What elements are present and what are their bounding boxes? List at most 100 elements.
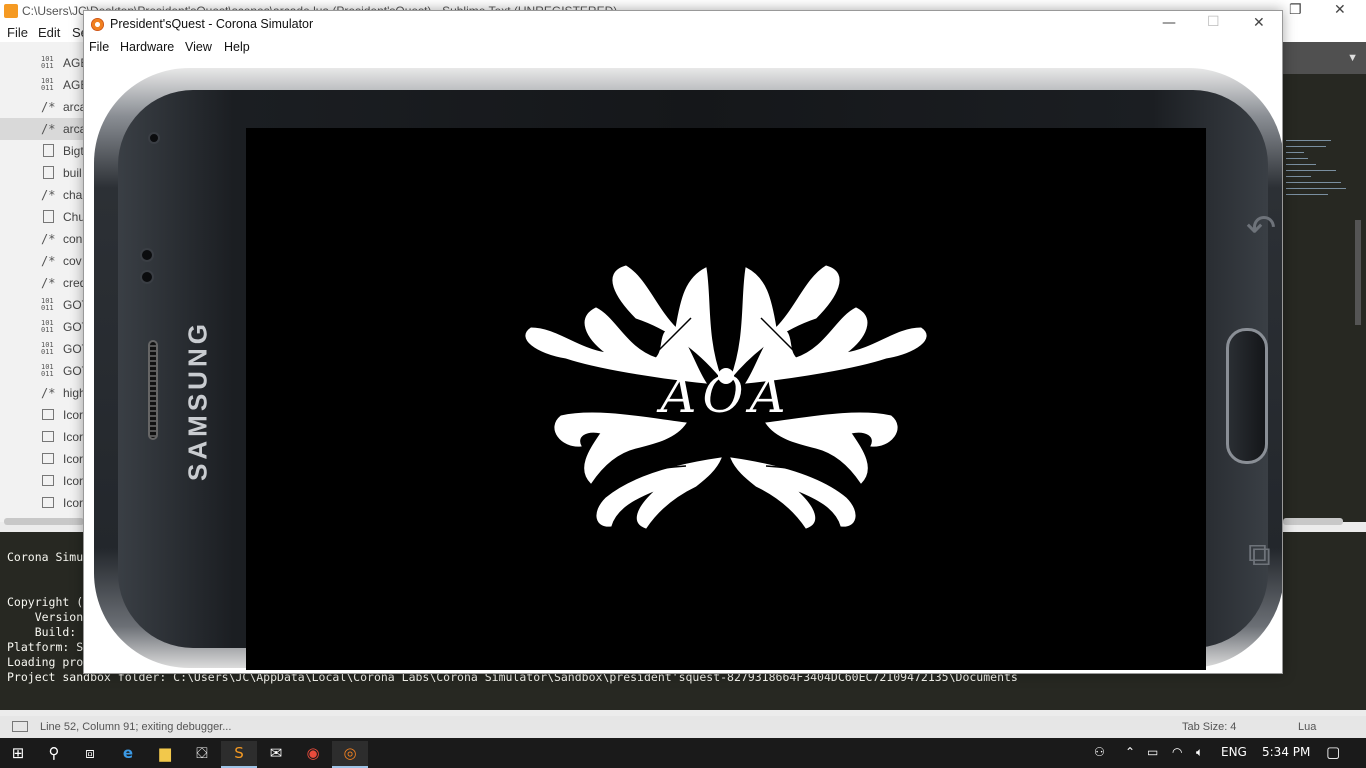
sidebar-item-label: Icor (63, 474, 84, 488)
menu-view[interactable]: View (185, 40, 212, 54)
comment-file-icon: /* (41, 276, 56, 290)
sidebar-item-label: arca (63, 100, 84, 114)
tab-dropdown-icon[interactable]: ▼ (1347, 52, 1358, 64)
sidebar-item[interactable]: 101 011 GOT (0, 294, 84, 316)
menu-help[interactable]: Help (224, 40, 250, 54)
comment-file-icon: /* (41, 188, 56, 202)
editor-scrollbar[interactable] (1355, 220, 1361, 325)
sidebar-item[interactable]: /* arca (0, 96, 84, 118)
binary-file-icon: 101 011 (41, 341, 54, 356)
sidebar-item[interactable]: /* con (0, 228, 84, 250)
corona-taskbar-icon[interactable]: ◎ (332, 741, 368, 768)
sidebar-item-label: GOT (63, 298, 84, 312)
comment-file-icon: /* (41, 232, 56, 246)
console-line: Platform: SM (7, 640, 91, 654)
file-explorer-icon[interactable]: ▆ (147, 741, 183, 768)
image-file-icon (42, 497, 54, 508)
store-icon[interactable]: ⛋ (184, 741, 220, 768)
wifi-icon[interactable]: ◠ (1172, 745, 1182, 759)
brand-logo: SAMSUNG (168, 300, 228, 500)
sidebar-item[interactable]: Chu (0, 206, 84, 228)
sidebar-item-label: high (63, 386, 84, 400)
status-message: Line 52, Column 91; exiting debugger... (40, 721, 232, 733)
editor-hscrollbar[interactable] (1283, 518, 1343, 525)
sidebar-item[interactable]: Bigt (0, 140, 84, 162)
sublime-close-icon[interactable]: ✕ (1334, 2, 1346, 18)
sublime-app-icon (4, 4, 18, 18)
sidebar-item-label: AGE (63, 78, 84, 92)
sidebar-item[interactable]: Icor (0, 492, 84, 514)
sidebar-scrollbar[interactable] (4, 518, 84, 525)
action-center-icon[interactable]: ▢ (1326, 743, 1340, 761)
battery-icon[interactable]: ▭ (1147, 745, 1158, 759)
corona-titlebar[interactable]: President'sQuest - Corona Simulator — ☐ … (84, 11, 1282, 37)
windows-taskbar: ⊞ ⚲ ⧈ e ▆ ⛋ S ✉ ◉ ◎ ⚇ ⌃ ▭ ◠ 🔈︎ ENG 5:34 … (0, 738, 1366, 768)
console-line: Corona Simul (7, 550, 91, 564)
syntax-indicator[interactable]: Lua (1298, 721, 1316, 733)
sidebar-item-label: AGE (63, 56, 84, 70)
sidebar-item[interactable]: 101 011 GOT (0, 338, 84, 360)
tray-chevron-icon[interactable]: ⌃ (1125, 745, 1135, 759)
back-key-icon[interactable]: ↶ (1246, 208, 1276, 249)
sidebar-item[interactable]: /* cred (0, 272, 84, 294)
file-icon (43, 166, 54, 179)
start-windows-icon[interactable]: ⊞ (0, 741, 36, 768)
corona-menubar: File Hardware View Help (84, 37, 1282, 57)
sublime-menu-edit[interactable]: Edit (38, 25, 60, 40)
language-indicator[interactable]: ENG (1221, 745, 1247, 759)
edge-browser-icon[interactable]: e (110, 741, 146, 768)
sidebar-item[interactable]: 101 011 AGE (0, 52, 84, 74)
front-camera-icon (148, 132, 160, 144)
mail-icon[interactable]: ✉ (258, 741, 294, 768)
close-icon[interactable]: ✕ (1253, 15, 1265, 31)
menu-file[interactable]: File (89, 40, 109, 54)
sidebar-item[interactable]: 101 011 GOT (0, 316, 84, 338)
file-icon (43, 144, 54, 157)
sidebar-item[interactable]: 101 011 AGE (0, 74, 84, 96)
volume-icon[interactable]: 🔈︎ (1196, 745, 1203, 760)
sidebar-item-label: cov (63, 254, 82, 268)
search-icon[interactable]: ⚲ (36, 741, 72, 768)
sidebar-item[interactable]: /* high (0, 382, 84, 404)
comment-file-icon: /* (41, 386, 56, 400)
sidebar-item-label: GOT (63, 364, 84, 378)
corona-app-icon (91, 18, 104, 31)
panel-toggle-icon[interactable] (12, 721, 28, 732)
sidebar-item-label: Icor (63, 408, 84, 422)
chrome-icon[interactable]: ◉ (295, 741, 331, 768)
splash-title: AOA (660, 366, 792, 424)
sidebar-item-label: Icor (63, 430, 84, 444)
device-screen[interactable]: AOA (246, 128, 1206, 670)
sidebar-item-label: GOT (63, 342, 84, 356)
corona-window-title: President'sQuest - Corona Simulator (110, 17, 314, 31)
sublime-taskbar-icon[interactable]: S (221, 741, 257, 768)
task-view-icon[interactable]: ⧈ (72, 741, 108, 768)
sidebar-item-label: cha (63, 188, 83, 202)
tab-size-indicator[interactable]: Tab Size: 4 (1182, 721, 1236, 733)
sidebar-item[interactable]: Icor (0, 404, 84, 426)
sidebar-item[interactable]: /* arca (0, 118, 84, 140)
sublime-menu-file[interactable]: File (7, 25, 28, 40)
sidebar-item[interactable]: Icor (0, 426, 84, 448)
sidebar-item[interactable]: buil (0, 162, 84, 184)
maximize-icon[interactable]: ☐ (1207, 14, 1220, 30)
comment-file-icon: /* (41, 122, 56, 136)
sidebar-item[interactable]: /* cov (0, 250, 84, 272)
sidebar-item[interactable]: /* cha (0, 184, 84, 206)
comment-file-icon: /* (41, 100, 56, 114)
menu-hardware[interactable]: Hardware (120, 40, 174, 54)
sublime-restore-icon[interactable]: ❐ (1289, 2, 1302, 18)
binary-file-icon: 101 011 (41, 55, 54, 70)
minimize-icon[interactable]: — (1162, 15, 1176, 31)
clock[interactable]: 5:34 PM (1262, 745, 1310, 759)
people-icon[interactable]: ⚇ (1094, 745, 1105, 759)
speaker-grille (148, 340, 158, 440)
sidebar-item[interactable]: 101 011 GOT (0, 360, 84, 382)
phone-body: SAMSUNG AOA ↶ ⧉ (118, 90, 1276, 670)
sidebar-item[interactable]: Icor (0, 448, 84, 470)
editor-minimap[interactable] (1283, 42, 1366, 522)
aoa-splash-logo: AOA (506, 258, 946, 538)
recent-apps-key-icon[interactable]: ⧉ (1248, 535, 1271, 574)
home-button[interactable] (1226, 328, 1268, 464)
sidebar-item[interactable]: Icor (0, 470, 84, 492)
